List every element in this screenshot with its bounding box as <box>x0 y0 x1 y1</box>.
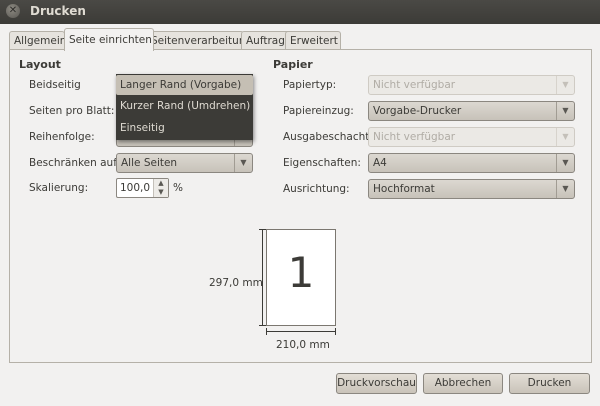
scale-label: Skalierung: <box>29 182 89 194</box>
tab-auftrag[interactable]: Auftrag <box>241 31 291 50</box>
chevron-down-icon: ▼ <box>234 154 252 172</box>
duplex-option-one-sided[interactable]: Einseitig <box>116 118 253 138</box>
paper-type-combo[interactable]: Nicht verfügbar ▼ <box>368 75 575 95</box>
pages-per-sheet-label: Seiten pro Blatt: <box>29 105 115 117</box>
scale-value[interactable]: 100,0 <box>120 182 150 194</box>
duplex-dropdown-menu: Langer Rand (Vorgabe) Kurzer Rand (Umdre… <box>116 74 253 140</box>
window-title: Drucken <box>30 4 86 18</box>
restrict-label: Beschränken auf: <box>29 157 121 169</box>
print-dialog: ✕ Drucken Allgemein Seite einrichten Sei… <box>0 0 600 406</box>
spin-buttons: ▲ ▼ <box>153 179 168 197</box>
chevron-down-icon: ▼ <box>556 102 574 120</box>
spin-down-icon[interactable]: ▼ <box>154 188 168 197</box>
tab-seite-einrichten[interactable]: Seite einrichten <box>64 28 154 51</box>
paper-type-value: Nicht verfügbar <box>373 79 456 91</box>
orientation-label: Ausrichtung: <box>283 183 350 195</box>
page-preview: 1 <box>266 229 336 326</box>
chevron-down-icon: ▼ <box>556 154 574 172</box>
output-tray-combo[interactable]: Nicht verfügbar ▼ <box>368 127 575 147</box>
paper-size-label: Eigenschaften: <box>283 157 361 169</box>
orientation-combo[interactable]: Hochformat ▼ <box>368 179 575 199</box>
cancel-button[interactable]: Abbrechen <box>423 373 503 394</box>
paper-source-value: Vorgabe-Drucker <box>373 105 462 117</box>
duplex-label: Beidseitig <box>29 79 81 91</box>
tab-erweitert[interactable]: Erweitert <box>285 31 341 50</box>
paper-type-label: Papiertyp: <box>283 79 337 91</box>
paper-heading: Papier <box>273 58 313 71</box>
paper-size-combo[interactable]: A4 ▼ <box>368 153 575 173</box>
order-label: Reihenfolge: <box>29 131 95 143</box>
width-dimension-line <box>266 328 336 335</box>
page-number: 1 <box>287 248 315 297</box>
duplex-option-long-edge[interactable]: Langer Rand (Vorgabe) <box>116 75 253 95</box>
chevron-down-icon: ▼ <box>556 128 574 146</box>
chevron-down-icon: ▼ <box>556 76 574 94</box>
duplex-option-short-edge[interactable]: Kurzer Rand (Umdrehen) <box>116 96 253 116</box>
spin-up-icon[interactable]: ▲ <box>154 179 168 188</box>
paper-source-combo[interactable]: Vorgabe-Drucker ▼ <box>368 101 575 121</box>
page-height-label: 297,0 mm <box>209 277 263 289</box>
paper-source-label: Papiereinzug: <box>283 105 354 117</box>
scale-spinbutton[interactable]: 100,0 ▲ ▼ <box>116 178 169 198</box>
page-width-label: 210,0 mm <box>276 339 330 351</box>
scale-unit: % <box>173 182 183 194</box>
output-tray-value: Nicht verfügbar <box>373 131 456 143</box>
layout-heading: Layout <box>19 58 61 71</box>
close-icon[interactable]: ✕ <box>6 4 20 18</box>
restrict-combo[interactable]: Alle Seiten ▼ <box>116 153 253 173</box>
tab-seitenverarbeitung[interactable]: Seitenverarbeitung <box>146 31 252 50</box>
title-bar: ✕ Drucken <box>0 0 600 24</box>
chevron-down-icon: ▼ <box>556 180 574 198</box>
print-button[interactable]: Drucken <box>509 373 590 394</box>
print-preview-button[interactable]: Druckvorschau <box>336 373 417 394</box>
output-tray-label: Ausgabeschacht: <box>283 131 373 143</box>
tab-allgemein[interactable]: Allgemein <box>9 31 66 50</box>
restrict-value: Alle Seiten <box>121 157 178 169</box>
paper-size-value: A4 <box>373 157 387 169</box>
orientation-value: Hochformat <box>373 183 435 195</box>
